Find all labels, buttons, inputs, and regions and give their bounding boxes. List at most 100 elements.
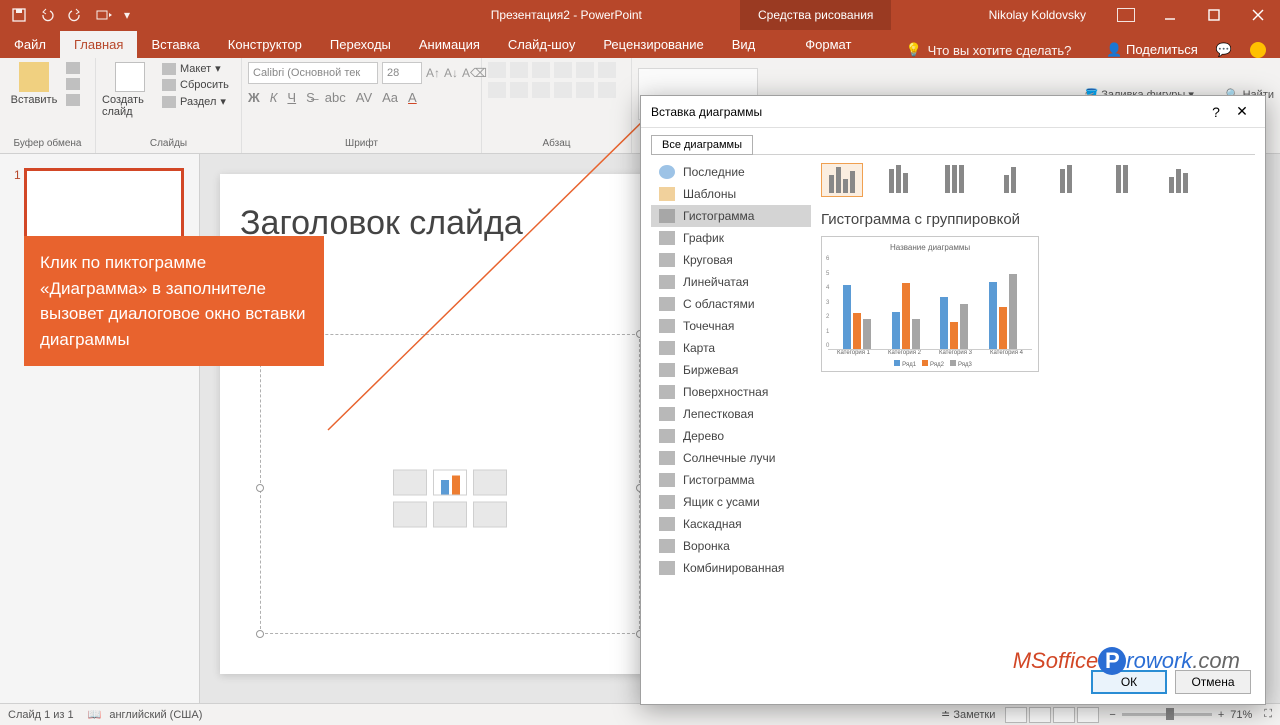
copy-button[interactable]: [66, 78, 80, 90]
subtype-3d-column[interactable]: [1157, 163, 1199, 197]
subtype-100-stacked-column[interactable]: [933, 163, 975, 197]
comments-icon[interactable]: 💬: [1216, 42, 1232, 58]
tab-review[interactable]: Рецензирование: [589, 31, 717, 58]
cat-column[interactable]: Гистограмма: [651, 205, 811, 227]
indent-left-button[interactable]: [532, 62, 550, 78]
spell-check-icon[interactable]: 📖: [88, 708, 102, 721]
align-center-button[interactable]: [510, 82, 528, 98]
notes-button[interactable]: ≐ Заметки: [941, 708, 995, 721]
char-spacing-button[interactable]: AV: [356, 90, 372, 105]
subtype-3d-stacked[interactable]: [1045, 163, 1087, 197]
slideshow-view-icon[interactable]: [1077, 707, 1099, 723]
insert-video-icon[interactable]: [473, 502, 507, 528]
zoom-in-button[interactable]: +: [1218, 709, 1224, 721]
cat-stock[interactable]: Биржевая: [651, 359, 811, 381]
tab-view[interactable]: Вид: [718, 31, 770, 58]
strikethrough-button[interactable]: S̶: [306, 90, 315, 105]
tell-me-search[interactable]: 💡 Что вы хотите сделать?: [905, 42, 1071, 58]
ribbon-display-icon[interactable]: [1104, 0, 1148, 30]
share-button[interactable]: 👤 Поделиться: [1106, 42, 1198, 58]
cat-combo[interactable]: Комбинированная: [651, 557, 811, 579]
save-icon[interactable]: [12, 8, 26, 22]
resize-handle[interactable]: [256, 484, 264, 492]
user-name[interactable]: Nikolay Koldovsky: [989, 8, 1086, 22]
shadow-button[interactable]: abc: [325, 90, 346, 105]
cat-treemap[interactable]: Дерево: [651, 425, 811, 447]
insert-online-picture-icon[interactable]: [433, 502, 467, 528]
cat-templates[interactable]: Шаблоны: [651, 183, 811, 205]
tab-animations[interactable]: Анимация: [405, 31, 494, 58]
cat-bar[interactable]: Линейчатая: [651, 271, 811, 293]
qat-dropdown-icon[interactable]: ▾: [124, 8, 132, 22]
cat-sunburst[interactable]: Солнечные лучи: [651, 447, 811, 469]
cat-line[interactable]: График: [651, 227, 811, 249]
format-painter-button[interactable]: [66, 94, 80, 106]
close-icon[interactable]: ✕: [1229, 103, 1255, 120]
subtype-clustered-column[interactable]: [821, 163, 863, 197]
font-name-input[interactable]: [248, 62, 378, 84]
minimize-icon[interactable]: [1148, 0, 1192, 30]
cat-funnel[interactable]: Воронка: [651, 535, 811, 557]
resize-handle[interactable]: [256, 630, 264, 638]
indent-right-button[interactable]: [554, 62, 572, 78]
normal-view-icon[interactable]: [1005, 707, 1027, 723]
tab-home[interactable]: Главная: [60, 31, 137, 58]
fit-to-window-icon[interactable]: ⛶: [1264, 708, 1272, 721]
insert-table-icon[interactable]: [393, 470, 427, 496]
align-text-button[interactable]: [598, 82, 616, 98]
insert-smartart-icon[interactable]: [473, 470, 507, 496]
chart-preview[interactable]: Название диаграммы 6543210 Категория 1Ка…: [821, 236, 1039, 372]
underline-button[interactable]: Ч: [287, 90, 296, 105]
subtype-3d-clustered[interactable]: [989, 163, 1031, 197]
increase-font-icon[interactable]: A↑: [426, 66, 440, 80]
columns-button[interactable]: [576, 82, 594, 98]
zoom-slider[interactable]: [1122, 713, 1212, 716]
help-icon[interactable]: ?: [1203, 104, 1229, 120]
font-color-button[interactable]: A: [408, 90, 417, 105]
text-direction-button[interactable]: [598, 62, 616, 78]
cat-boxwhisker[interactable]: Ящик с усами: [651, 491, 811, 513]
tab-format[interactable]: Формат: [791, 31, 865, 58]
cut-button[interactable]: [66, 62, 80, 74]
align-right-button[interactable]: [532, 82, 550, 98]
reset-button[interactable]: Сбросить: [162, 79, 229, 91]
reading-view-icon[interactable]: [1053, 707, 1075, 723]
decrease-font-icon[interactable]: A↓: [444, 66, 458, 80]
case-button[interactable]: Aa: [382, 90, 398, 105]
tab-insert[interactable]: Вставка: [137, 31, 213, 58]
language-status[interactable]: английский (США): [109, 709, 202, 721]
tab-transitions[interactable]: Переходы: [316, 31, 405, 58]
font-size-input[interactable]: [382, 62, 422, 84]
zoom-out-button[interactable]: −: [1109, 709, 1115, 721]
align-left-button[interactable]: [488, 82, 506, 98]
layout-button[interactable]: Макет ▾: [162, 62, 229, 75]
subtype-3d-100[interactable]: [1101, 163, 1143, 197]
numbering-button[interactable]: [510, 62, 528, 78]
redo-icon[interactable]: [68, 8, 82, 22]
insert-picture-icon[interactable]: [393, 502, 427, 528]
cat-pie[interactable]: Круговая: [651, 249, 811, 271]
slide-sorter-view-icon[interactable]: [1029, 707, 1051, 723]
close-icon[interactable]: [1236, 0, 1280, 30]
slide-counter[interactable]: Слайд 1 из 1: [8, 709, 74, 721]
paste-button[interactable]: Вставить: [6, 62, 62, 106]
bold-button[interactable]: Ж: [248, 90, 260, 105]
subtype-stacked-column[interactable]: [877, 163, 919, 197]
insert-chart-icon[interactable]: [433, 470, 467, 496]
cat-surface[interactable]: Поверхностная: [651, 381, 811, 403]
new-slide-button[interactable]: Создать слайд: [102, 62, 158, 118]
cat-recent[interactable]: Последние: [651, 161, 811, 183]
line-spacing-button[interactable]: [576, 62, 594, 78]
tab-file[interactable]: Файл: [0, 31, 60, 58]
cat-map[interactable]: Карта: [651, 337, 811, 359]
section-button[interactable]: Раздел ▾: [162, 95, 229, 108]
tab-design[interactable]: Конструктор: [214, 31, 316, 58]
cat-histogram[interactable]: Гистограмма: [651, 469, 811, 491]
zoom-percent[interactable]: 71%: [1230, 709, 1252, 721]
cat-radar[interactable]: Лепестковая: [651, 403, 811, 425]
cat-waterfall[interactable]: Каскадная: [651, 513, 811, 535]
start-from-beginning-icon[interactable]: [96, 8, 110, 22]
feedback-icon[interactable]: [1250, 42, 1266, 58]
italic-button[interactable]: К: [270, 90, 278, 105]
cat-area[interactable]: С областями: [651, 293, 811, 315]
